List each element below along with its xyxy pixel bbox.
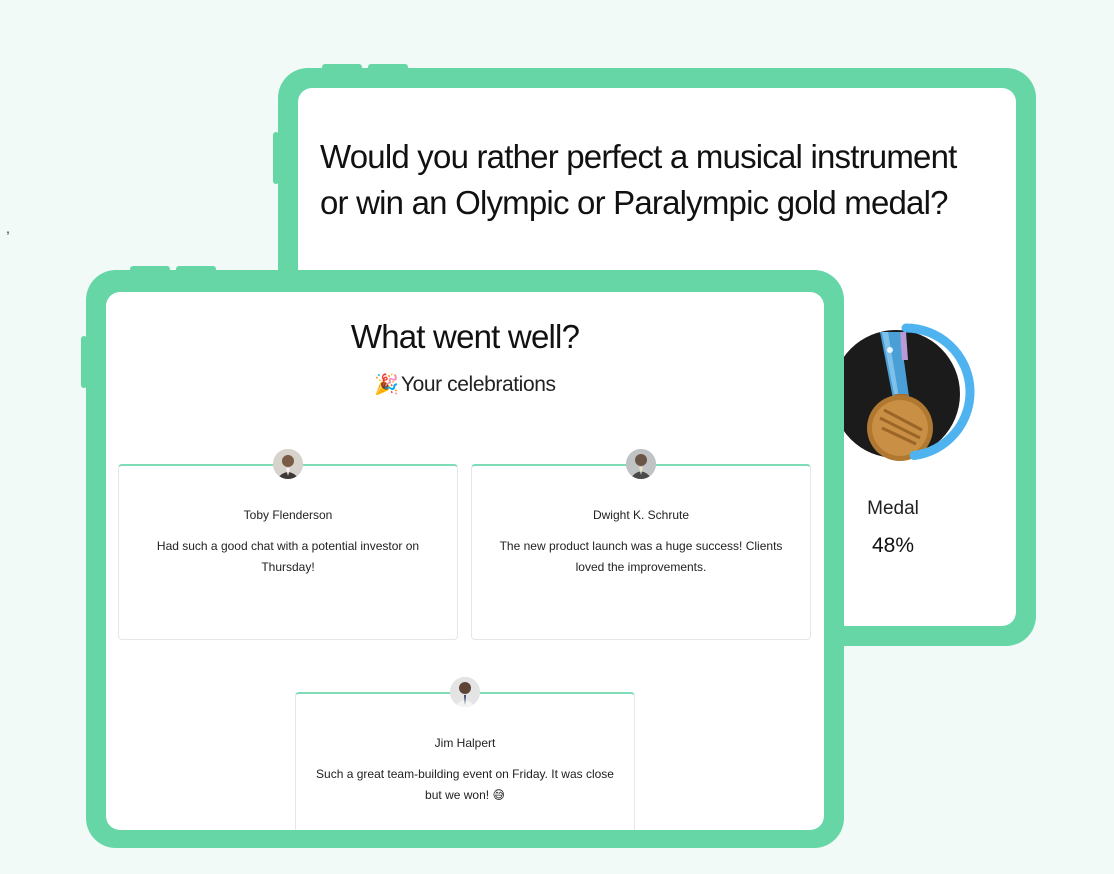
card-author: Jim Halpert [434,736,496,750]
board-title: What went well? [350,318,580,355]
card-message-text: Such a great team-building event on Frid… [316,767,614,802]
question-title: Would you rather perfect a musical instr… [320,134,1000,226]
card-author: Toby Flenderson [243,508,333,522]
celebration-card[interactable]: Jim Halpert Such a great team-building e… [295,677,635,830]
board-subtitle: 🎉Your celebrations [106,372,824,397]
avatar-icon [273,449,303,479]
result-percent: 48% [871,534,915,557]
question-line-2: or win an Olympic or Paralympic gold med… [320,184,949,221]
celebration-card[interactable]: Toby Flenderson Had such a good chat wit… [118,449,458,640]
gold-medal-icon [836,323,975,461]
grin-sweat-icon: 😅 [492,788,505,802]
avatar [273,449,303,479]
stray-mark: , [6,220,10,236]
avatar [450,677,480,707]
result-label: Medal [867,498,919,519]
celebration-card[interactable]: Dwight K. Schrute The new product launch… [471,449,811,640]
avatar-icon [626,449,656,479]
subtitle-text: Your celebrations [400,373,556,396]
avatar [626,449,656,479]
stage: , Would you rather perfect a musical ins… [0,0,1114,874]
card-message: The new product launch was a huge succes… [499,539,783,574]
card-message: Such a great team-building event on Frid… [310,764,620,806]
card-author: Dwight K. Schrute [592,508,690,522]
party-popper-icon: 🎉 [374,374,399,396]
medal-result-ring [836,320,978,462]
question-line-1: Would you rather perfect a musical instr… [320,138,957,175]
celebrations-screen: What went well? 🎉Your celebrations Toby … [106,292,824,830]
avatar-icon [450,677,480,707]
card-message: Had such a good chat with a potential in… [156,539,420,574]
tablet-celebrations: What went well? 🎉Your celebrations Toby … [86,270,844,848]
